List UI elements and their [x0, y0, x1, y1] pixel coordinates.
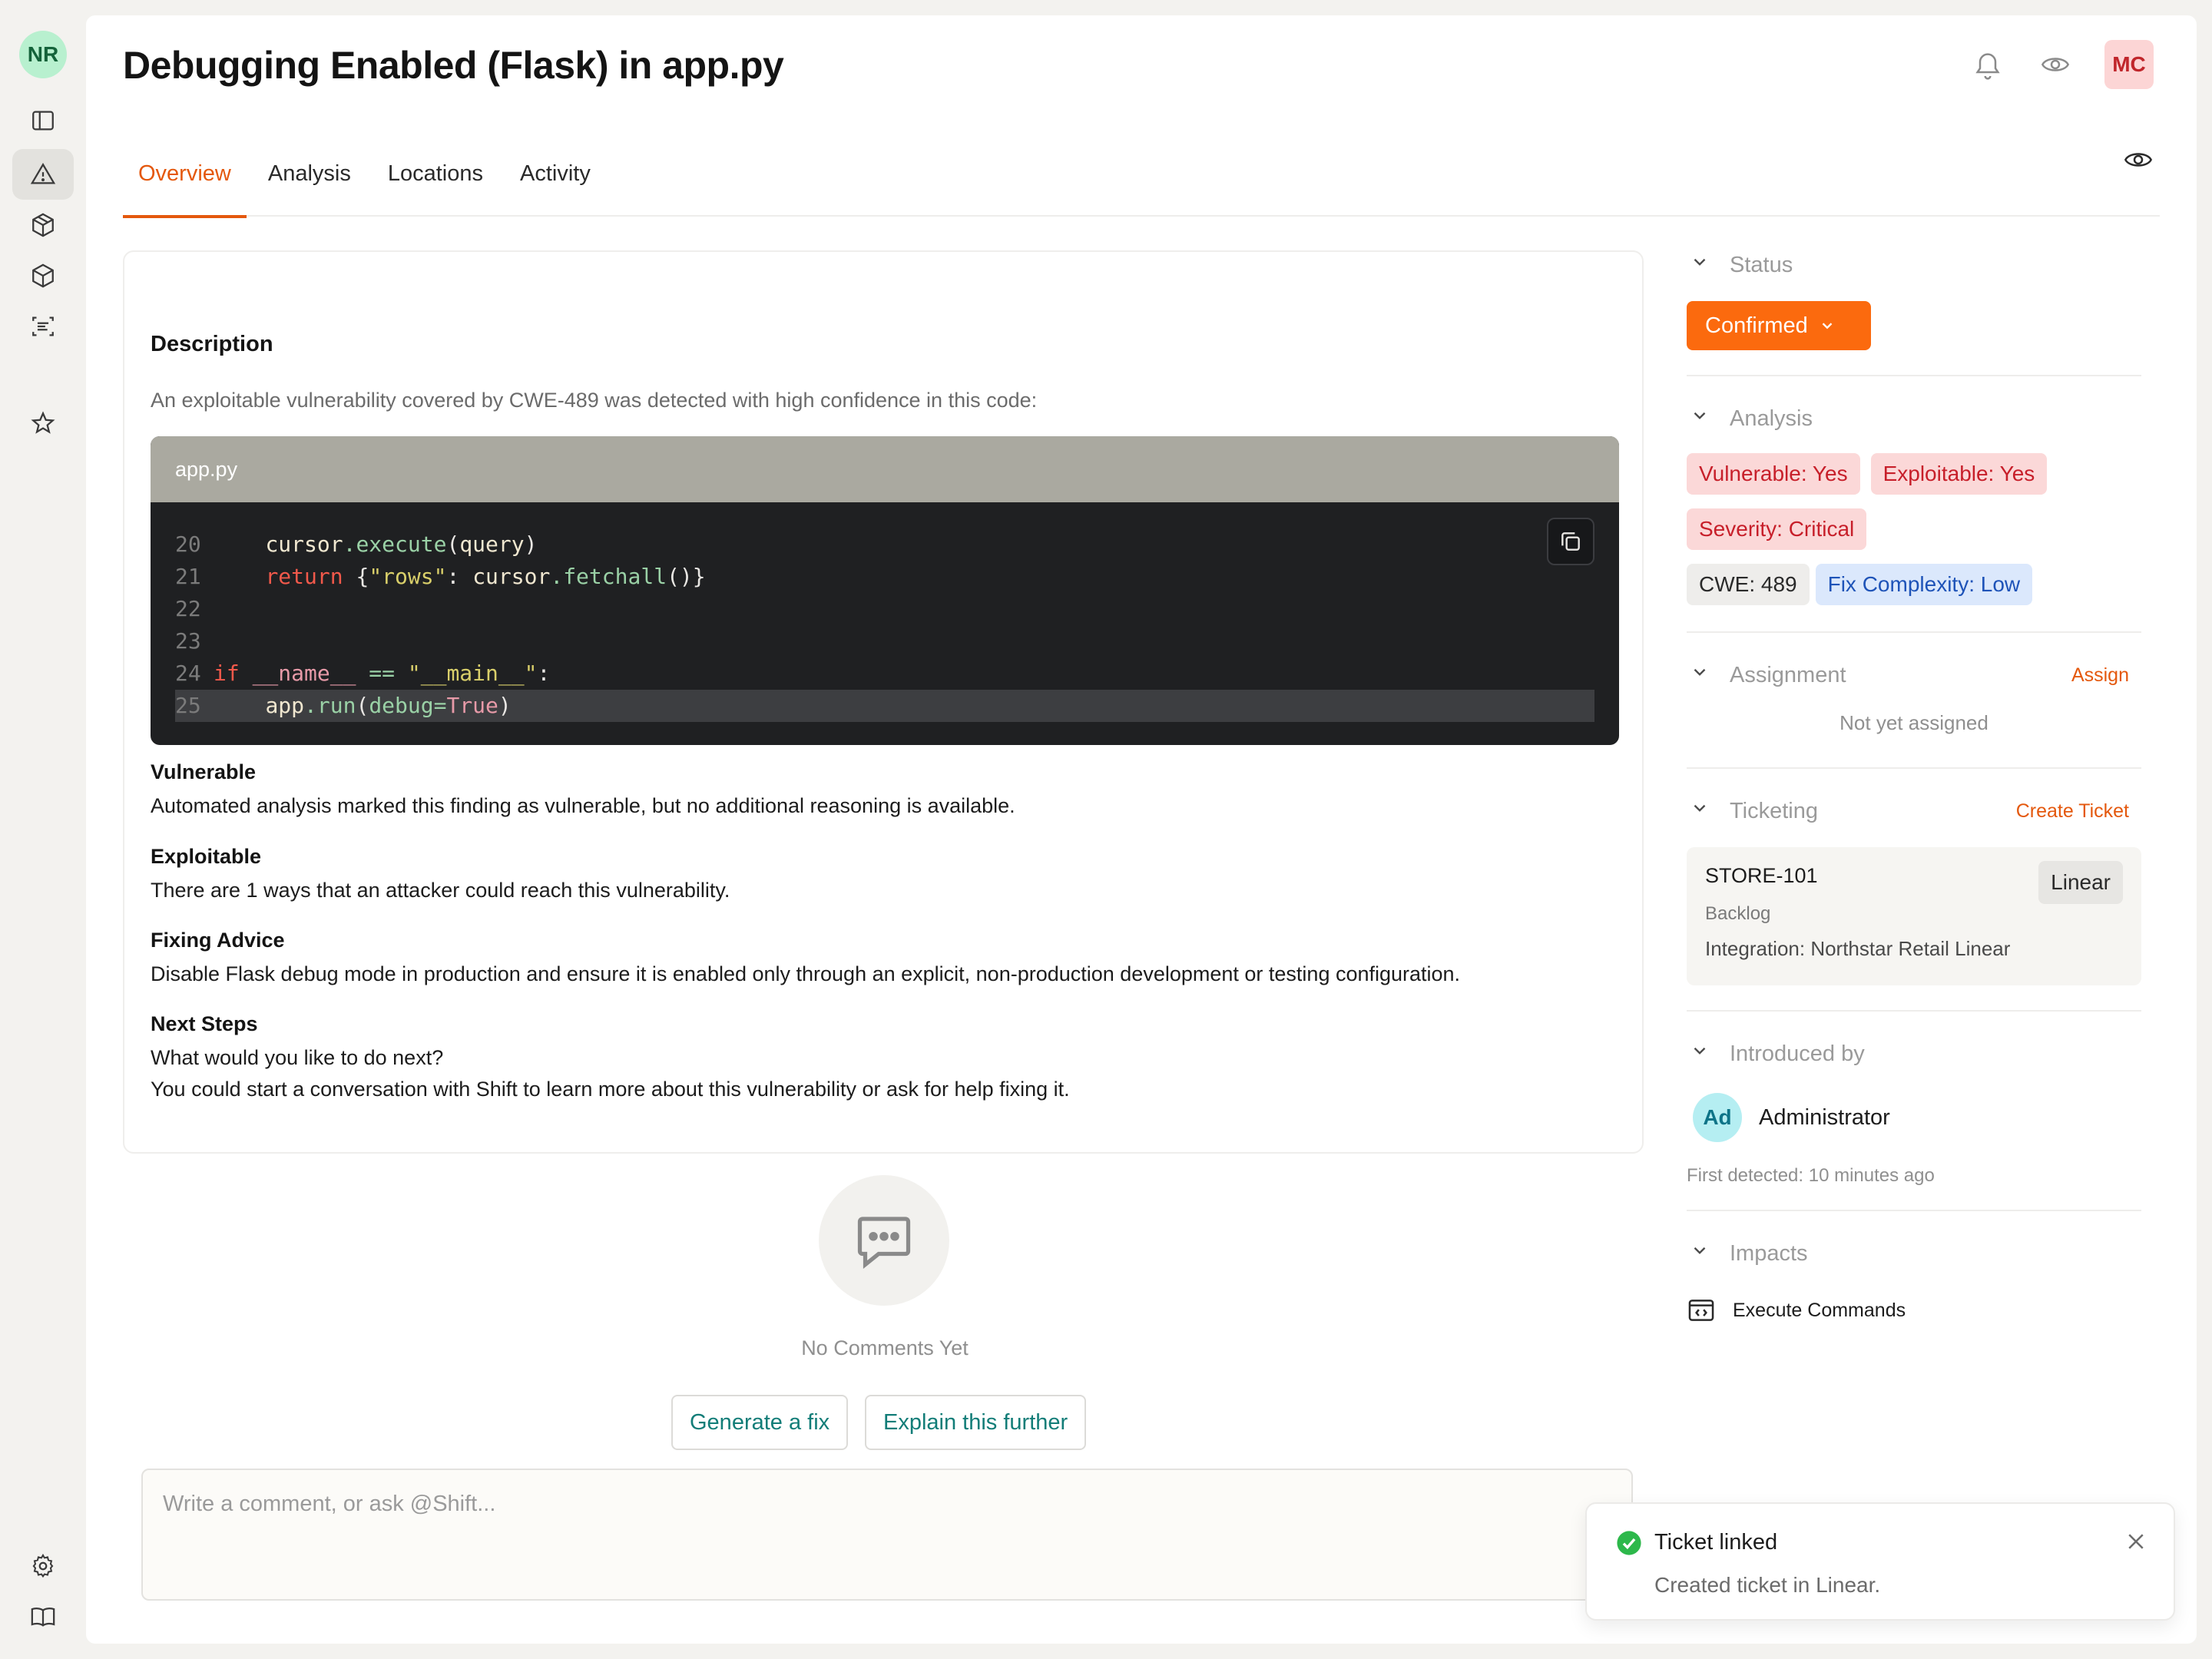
scan-text-icon[interactable] — [12, 301, 74, 352]
visibility-eye-icon[interactable] — [2123, 144, 2160, 181]
section-header-assignment[interactable]: Assignment Assign — [1687, 656, 2141, 694]
chevron-down-icon — [1690, 406, 1716, 432]
section-header-status[interactable]: Status — [1687, 246, 2141, 284]
toast-title: Ticket linked — [1654, 1530, 1778, 1555]
comment-input[interactable] — [143, 1470, 1631, 1599]
empty-comments-illustration — [819, 1175, 949, 1306]
header-actions: MC — [1969, 40, 2154, 89]
impact-item: Execute Commands — [1687, 1296, 2141, 1325]
user-avatar[interactable]: MC — [2104, 40, 2154, 89]
code-line: 23 — [175, 628, 201, 654]
generate-fix-button[interactable]: Generate a fix — [671, 1395, 849, 1450]
empty-comments-text: No Comments Yet — [801, 1336, 969, 1359]
copy-icon — [1561, 532, 1580, 551]
section-exploitable: Exploitable There are 1 ways that an att… — [151, 845, 730, 902]
alert-triangle-icon[interactable] — [12, 149, 74, 200]
chevron-down-icon — [1690, 1041, 1716, 1067]
docs-book-icon[interactable] — [12, 1591, 74, 1642]
analysis-badges: Vulnerable: Yes Exploitable: Yes Severit… — [1687, 453, 2141, 605]
section-header-ticketing[interactable]: Ticketing Create Ticket — [1687, 792, 2141, 830]
tab-activity[interactable]: Activity — [505, 131, 606, 217]
terminal-window-icon — [1688, 1300, 1714, 1321]
avatar: Ad — [1693, 1093, 1742, 1142]
star-icon[interactable] — [12, 398, 74, 449]
code-line: 22 — [175, 596, 201, 621]
severity-badge: Severity: Critical — [1687, 508, 1867, 550]
code-body: 20 cursor.execute(query) 21 return {"row… — [151, 502, 1619, 722]
comment-composer — [141, 1469, 1662, 1601]
chevron-down-icon — [1822, 323, 1833, 329]
section-vulnerable: Vulnerable Automated analysis marked thi… — [151, 760, 1015, 817]
toast-notification: Ticket linked Created ticket in Linear. — [1585, 1502, 2175, 1621]
watch-eye-icon[interactable] — [2037, 46, 2074, 83]
section-next-steps: Next Steps What would you like to do nex… — [151, 1012, 1070, 1101]
chevron-down-icon — [1690, 252, 1716, 278]
create-ticket-link[interactable]: Create Ticket — [2016, 800, 2129, 823]
copy-code-button[interactable] — [1547, 518, 1594, 565]
package-icon[interactable] — [12, 250, 74, 301]
description-intro: An exploitable vulnerability covered by … — [151, 389, 1038, 412]
tab-overview[interactable]: Overview — [123, 131, 247, 218]
introduced-by-user: Ad Administrator — [1687, 1093, 2141, 1142]
first-detected: First detected: 10 minutes ago — [1687, 1165, 1935, 1186]
network-cube-icon[interactable] — [12, 200, 74, 250]
section-header-impacts[interactable]: Impacts — [1687, 1234, 2141, 1273]
linked-ticket-card[interactable]: STORE-101 Backlog Integration: Northstar… — [1687, 847, 2141, 985]
toast-body: Created ticket in Linear. — [1654, 1573, 1881, 1597]
cwe-badge: CWE: 489 — [1687, 564, 1810, 605]
tab-analysis[interactable]: Analysis — [253, 131, 366, 217]
main-panel: Debugging Enabled (Flask) in app.py MC O… — [86, 15, 2197, 1644]
workspace-avatar[interactable]: NR — [19, 31, 67, 78]
ticket-provider-badge: Linear — [2038, 861, 2123, 904]
left-rail: NR — [0, 0, 86, 1659]
description-card: Description An exploitable vulnerability… — [123, 250, 1644, 1154]
code-line: 21 return {"rows": cursor.fetchall()} — [175, 564, 706, 589]
description-heading: Description — [151, 332, 273, 356]
ticket-integration: Integration: Northstar Retail Linear — [1705, 937, 2011, 960]
chevron-down-icon — [1690, 798, 1716, 824]
code-filename: app.py — [151, 436, 1619, 502]
introduced-by-name: Administrator — [1759, 1104, 1890, 1130]
tab-bar: Overview Analysis Locations Activity — [123, 131, 2160, 218]
code-line: 24 if __name__ == "__main__": — [175, 661, 551, 686]
close-icon[interactable] — [2124, 1530, 2151, 1556]
settings-gear-icon[interactable] — [12, 1541, 74, 1591]
status-dropdown[interactable]: Confirmed — [1687, 301, 1871, 350]
code-line: 20 cursor.execute(query) — [175, 531, 538, 557]
code-snippet: app.py 20 cursor.execute(query) 21 retur… — [151, 436, 1619, 745]
bell-icon[interactable] — [1969, 46, 2006, 83]
exploitable-badge: Exploitable: Yes — [1870, 453, 2048, 495]
sidebar-toggle-icon[interactable] — [12, 95, 74, 146]
section-header-introduced-by[interactable]: Introduced by — [1687, 1035, 2141, 1073]
message-dots-icon — [857, 1217, 911, 1269]
code-line-highlighted: 25 app.run(debug=True) — [175, 690, 1594, 722]
assign-link[interactable]: Assign — [2071, 664, 2129, 687]
chevron-down-icon — [1690, 662, 1716, 688]
chevron-down-icon — [1690, 1240, 1716, 1267]
explain-further-button[interactable]: Explain this further — [865, 1395, 1087, 1450]
section-fixing-advice: Fixing Advice Disable Flask debug mode i… — [151, 929, 1461, 985]
tab-locations[interactable]: Locations — [373, 131, 498, 217]
page-title: Debugging Enabled (Flask) in app.py — [123, 44, 784, 87]
assignment-empty: Not yet assigned — [1839, 711, 1988, 734]
ticket-status: Backlog — [1705, 903, 1771, 924]
details-sidebar: Status Confirmed Analysis Vulnerable: Ye… — [1687, 246, 2141, 1325]
vulnerable-badge: Vulnerable: Yes — [1687, 453, 1860, 495]
success-check-icon — [1617, 1531, 1641, 1555]
section-header-analysis[interactable]: Analysis — [1687, 399, 2141, 438]
fix-complexity-badge: Fix Complexity: Low — [1815, 564, 2033, 605]
